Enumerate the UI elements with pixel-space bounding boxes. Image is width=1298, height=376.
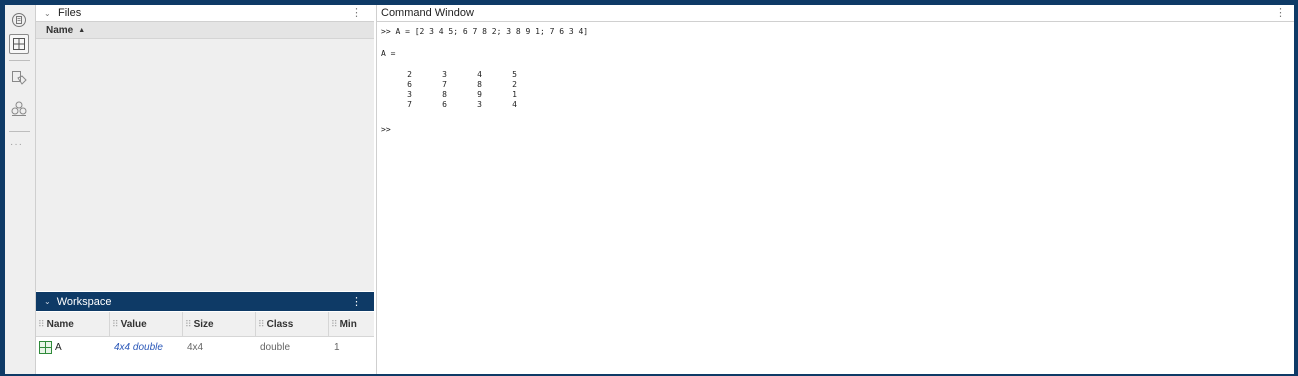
divider [9, 60, 30, 61]
matrix-row: 6 7 8 2 [381, 80, 521, 90]
matrix-row: 2 3 4 5 [381, 70, 521, 80]
collapse-chevron-icon[interactable]: ⌄ [44, 9, 52, 18]
matrix-cell: 2 [407, 70, 412, 79]
command-window-output[interactable]: >> A = [2 3 4 5; 6 7 8 2; 3 8 9 1; 7 6 3… [381, 26, 1290, 374]
collapse-chevron-icon[interactable]: ⌄ [44, 297, 51, 306]
matrix-cell: 1 [512, 90, 517, 99]
add-ons-icon[interactable] [9, 68, 29, 88]
files-panel-header: ⌄ Files ⋮ [36, 5, 374, 22]
matrix-cell: 3 [477, 100, 482, 109]
files-column-name[interactable]: Name [46, 25, 73, 36]
matrix-row: 3 8 9 1 [381, 90, 521, 100]
more-icon[interactable]: ··· [10, 139, 23, 150]
command-window-title: Command Window [381, 7, 474, 19]
variable-value[interactable]: 4x4 double [114, 337, 163, 357]
table-row[interactable]: A 4x4 double 4x4 double 1 [36, 337, 374, 357]
column-header-name[interactable]: ⠿ Name [36, 312, 110, 336]
command-window[interactable]: Command Window ⋮ >> A = [2 3 4 5; 6 7 8 … [376, 5, 1294, 374]
matrix-cell: 6 [442, 100, 447, 109]
matrix-cell: 8 [442, 90, 447, 99]
files-panel-title: Files [58, 7, 82, 19]
divider [9, 131, 30, 132]
grip-icon[interactable]: ⠿ [112, 319, 119, 330]
grip-icon[interactable]: ⠿ [258, 319, 265, 330]
command-prompt[interactable]: >> [381, 125, 391, 134]
matrix-cell: 7 [407, 100, 412, 109]
workspace-column-headers: ⠿ Name ⠿ Value ⠿ Size ⠿ Class ⠿ Min [36, 312, 374, 337]
column-header-class[interactable]: ⠿ Class [256, 312, 329, 336]
matrix-cell: 7 [442, 80, 447, 89]
workspace-panel-title: Workspace [56, 295, 112, 308]
sort-ascending-icon[interactable]: ▲ [78, 27, 85, 34]
command-line: >> A = [2 3 4 5; 6 7 8 2; 3 8 9 1; 7 6 3… [381, 27, 589, 36]
matrix-cell: 9 [477, 90, 482, 99]
matrix-cell: 3 [407, 90, 412, 99]
grip-icon[interactable]: ⠿ [38, 319, 45, 330]
column-header-size[interactable]: ⠿ Size [183, 312, 256, 336]
activity-bar: ··· [5, 5, 36, 374]
grip-icon[interactable]: ⠿ [185, 319, 192, 330]
files-panel: ⌄ Files ⋮ Name ▲ [36, 5, 374, 291]
column-header-value[interactable]: ⠿ Value [110, 312, 183, 336]
workspace-icon[interactable] [9, 34, 29, 54]
kebab-menu-icon[interactable]: ⋮ [351, 6, 362, 19]
matrix-row: 7 6 3 4 [381, 100, 521, 110]
matrix-cell: 4 [512, 100, 517, 109]
kebab-menu-icon[interactable]: ⋮ [351, 295, 362, 308]
matrix-cell: 5 [512, 70, 517, 79]
workspace-panel: ⌄ Workspace ⋮ ⠿ Name ⠿ Value ⠿ Size ⠿ Cl… [36, 292, 374, 374]
matrix-cell: 2 [512, 80, 517, 89]
variable-name[interactable]: A [55, 337, 62, 357]
workspace-panel-header: ⌄ Workspace ⋮ [36, 292, 374, 311]
matrix-cell: 3 [442, 70, 447, 79]
column-header-min[interactable]: ⠿ Min [329, 312, 374, 336]
matlab-window: ··· ⌄ Files ⋮ Name ▲ ⌄ Workspace ⋮ ⠿ Nam… [0, 0, 1298, 376]
matrix-cell: 8 [477, 80, 482, 89]
kebab-menu-icon[interactable]: ⋮ [1275, 6, 1286, 19]
command-window-header: Command Window ⋮ [377, 5, 1294, 22]
packages-icon[interactable] [9, 99, 29, 119]
variable-size: 4x4 [187, 341, 204, 353]
matrix-cell: 6 [407, 80, 412, 89]
grip-icon[interactable]: ⠿ [331, 319, 338, 330]
variable-matrix-icon [39, 337, 52, 357]
variable-class: double [260, 341, 291, 353]
files-icon[interactable] [9, 10, 29, 30]
output-label: A = [381, 49, 396, 58]
variable-min: 1 [334, 341, 340, 353]
files-column-header[interactable]: Name ▲ [36, 22, 374, 39]
matrix-cell: 4 [477, 70, 482, 79]
